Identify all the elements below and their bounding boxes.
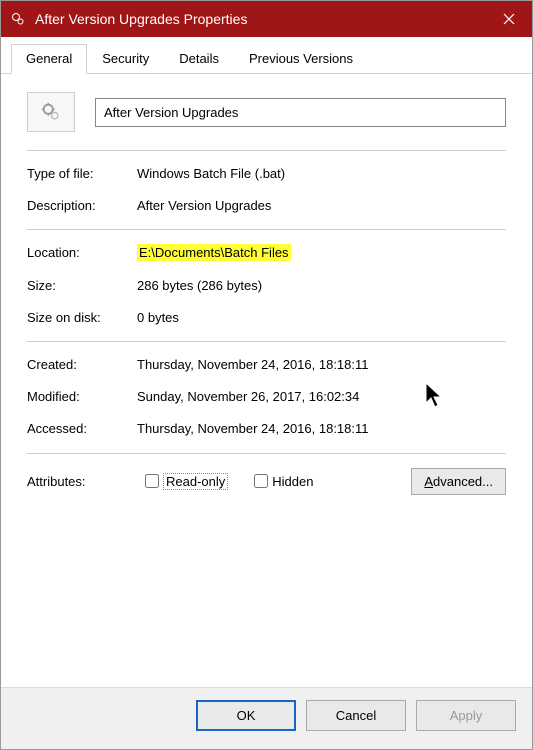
label-size-on-disk: Size on disk: <box>27 309 137 327</box>
tab-security[interactable]: Security <box>87 44 164 74</box>
tab-details[interactable]: Details <box>164 44 234 74</box>
value-location: E:\Documents\Batch Files <box>137 244 291 261</box>
tabstrip: General Security Details Previous Versio… <box>1 37 532 74</box>
label-description: Description: <box>27 197 137 215</box>
ok-button[interactable]: OK <box>196 700 296 731</box>
label-accessed: Accessed: <box>27 420 137 438</box>
value-size: 286 bytes (286 bytes) <box>137 277 506 295</box>
checkbox-read-only-label: Read-only <box>163 473 228 490</box>
dialog-footer: OK Cancel Apply <box>1 687 532 749</box>
label-location: Location: <box>27 244 137 262</box>
tab-general[interactable]: General <box>11 44 87 74</box>
titlebar: After Version Upgrades Properties <box>1 1 532 37</box>
advanced-button[interactable]: Advanced... <box>411 468 506 495</box>
label-created: Created: <box>27 356 137 374</box>
value-modified: Sunday, November 26, 2017, 16:02:34 <box>137 388 506 406</box>
apply-button: Apply <box>416 700 516 731</box>
label-modified: Modified: <box>27 388 137 406</box>
checkbox-hidden[interactable]: Hidden <box>254 474 313 489</box>
window-title: After Version Upgrades Properties <box>35 11 486 27</box>
cancel-button[interactable]: Cancel <box>306 700 406 731</box>
value-type-of-file: Windows Batch File (.bat) <box>137 165 506 183</box>
checkbox-hidden-input[interactable] <box>254 474 268 488</box>
close-button[interactable] <box>486 1 532 37</box>
checkbox-read-only-input[interactable] <box>145 474 159 488</box>
divider <box>27 229 506 230</box>
label-size: Size: <box>27 277 137 295</box>
value-size-on-disk: 0 bytes <box>137 309 506 327</box>
divider <box>27 150 506 151</box>
file-name-input[interactable] <box>95 98 506 127</box>
label-attributes: Attributes: <box>27 474 137 489</box>
value-accessed: Thursday, November 24, 2016, 18:18:11 <box>137 420 506 438</box>
file-type-icon <box>27 92 75 132</box>
value-description: After Version Upgrades <box>137 197 506 215</box>
label-type-of-file: Type of file: <box>27 165 137 183</box>
divider <box>27 341 506 342</box>
value-created: Thursday, November 24, 2016, 18:18:11 <box>137 356 506 374</box>
checkbox-read-only[interactable]: Read-only <box>145 473 228 490</box>
checkbox-hidden-label: Hidden <box>272 474 313 489</box>
divider <box>27 453 506 454</box>
tab-content: Type of file: Windows Batch File (.bat) … <box>1 74 532 505</box>
tab-previous-versions[interactable]: Previous Versions <box>234 44 368 74</box>
app-icon <box>9 10 27 28</box>
